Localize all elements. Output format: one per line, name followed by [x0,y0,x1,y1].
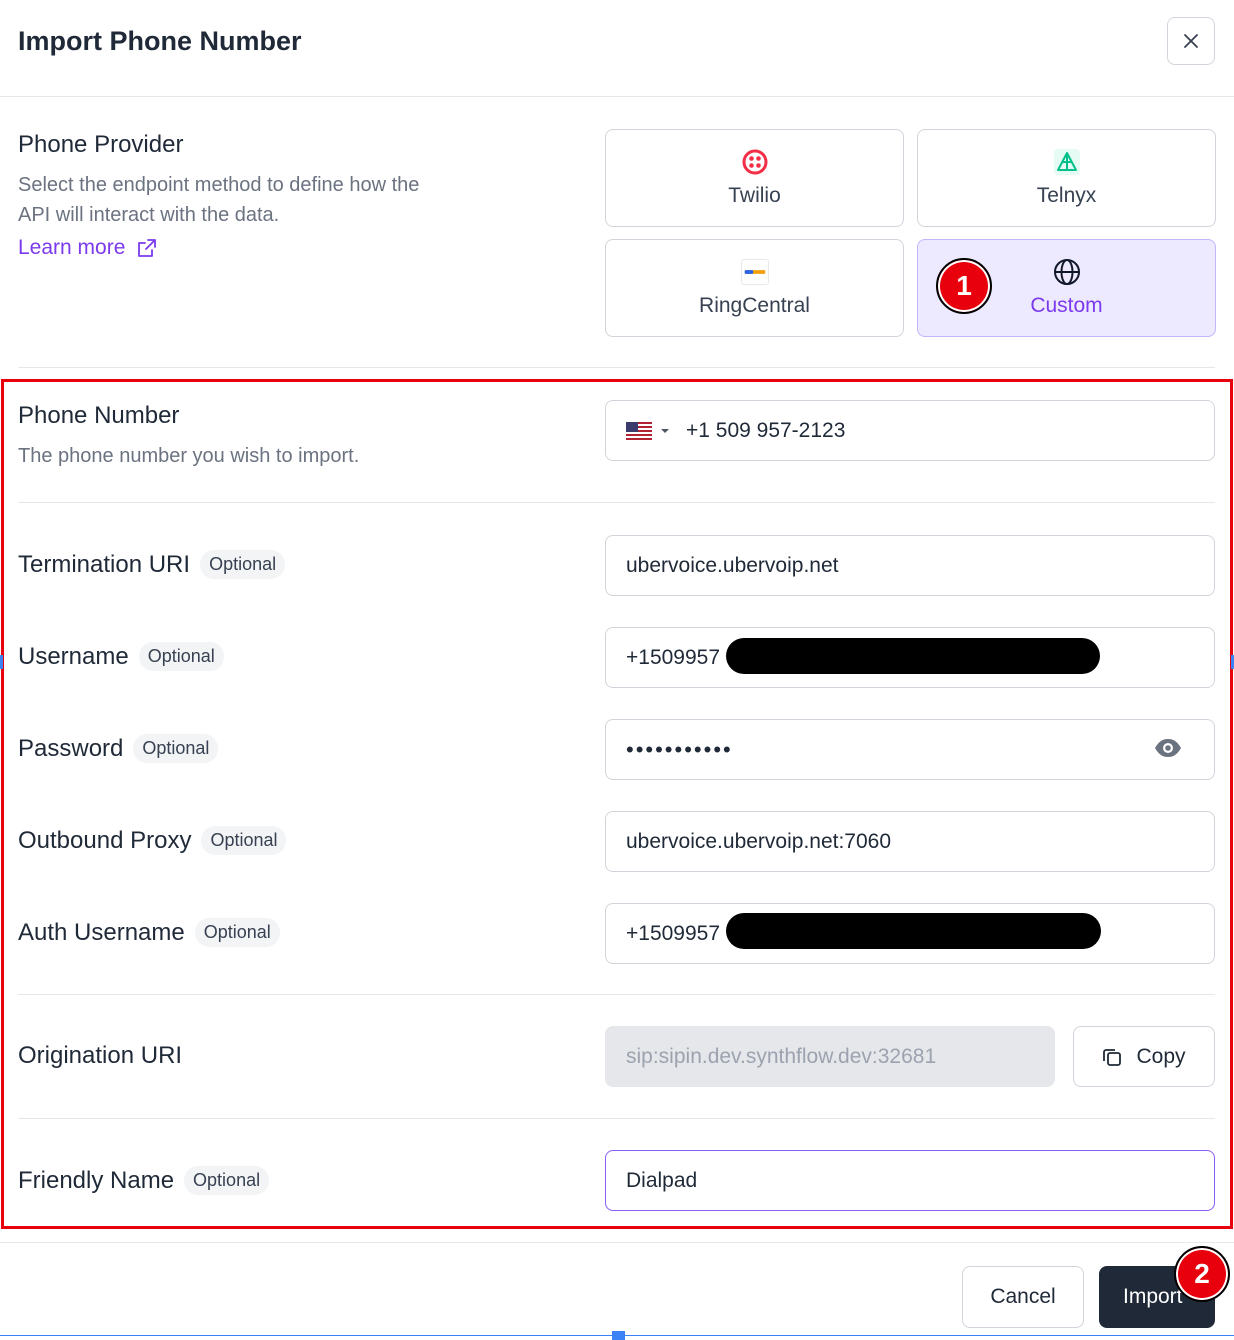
show-password-button[interactable] [1154,738,1182,764]
friendly-name-text: Friendly Name [18,1166,175,1194]
termination-uri-label: Termination URI Optional [18,550,286,579]
provider-twilio[interactable]: Twilio [605,129,904,227]
close-button[interactable] [1167,17,1215,65]
termination-uri-text: Termination URI [18,550,191,578]
password-value: ••••••••••• [626,736,733,762]
provider-label: Twilio [728,184,781,207]
password-label: Password Optional [18,734,219,763]
section-divider [18,367,1215,368]
section-divider [18,994,1215,995]
phone-number-input[interactable]: +1 509 957-2123 [605,400,1215,461]
outbound-proxy-value: ubervoice.ubervoip.net:7060 [626,829,892,853]
outbound-proxy-label: Outbound Proxy Optional [18,826,287,855]
cancel-button[interactable]: Cancel [962,1266,1084,1328]
provider-label: Telnyx [1036,184,1097,207]
provider-section-title: Phone Provider [18,131,184,158]
copy-label: Copy [1136,1044,1186,1068]
twilio-icon [741,148,769,176]
eye-icon [1155,739,1181,757]
provider-label: RingCentral [699,294,810,317]
globe-icon [1053,258,1081,286]
friendly-name-input[interactable]: Dialpad [605,1150,1215,1211]
dialog-header: Import Phone Number [0,0,1234,97]
optional-badge: Optional [138,642,224,671]
us-flag-icon [626,421,652,440]
telnyx-icon [1053,148,1081,176]
auth-username-text: Auth Username [18,918,185,946]
annotation-badge-1: 1 [936,258,992,314]
username-text: Username [18,642,129,670]
selection-handle [0,655,3,669]
friendly-name-label: Friendly Name Optional [18,1166,270,1195]
password-input[interactable]: ••••••••••• [605,719,1215,780]
phone-number-value: +1 509 957-2123 [686,418,846,442]
learn-more-label: Learn more [18,236,126,259]
optional-badge: Optional [201,826,287,855]
highlight-frame [1,379,1233,1229]
learn-more-link[interactable]: Learn more [18,236,157,260]
close-icon [1184,34,1198,48]
password-text: Password [18,734,124,762]
friendly-name-value: Dialpad [626,1168,698,1192]
origination-uri-input: sip:sipin.dev.synthflow.dev:32681 [605,1026,1055,1087]
dialog-title: Import Phone Number [18,26,302,56]
import-label: Import [1123,1285,1183,1308]
section-divider [18,1118,1215,1119]
redaction-bar [726,913,1101,949]
footer-divider [0,1242,1234,1243]
phone-number-title: Phone Number [18,402,180,429]
redaction-bar [726,638,1100,674]
selection-handle [612,1331,625,1340]
auth-username-label: Auth Username Optional [18,918,280,947]
copy-icon [1103,1048,1122,1066]
provider-description-line1: Select the endpoint method to define how… [18,174,420,196]
optional-badge: Optional [133,734,219,763]
optional-badge: Optional [194,918,280,947]
copy-button[interactable]: Copy [1073,1026,1215,1087]
annotation-badge-2: 2 [1174,1246,1230,1302]
outbound-proxy-text: Outbound Proxy [18,826,192,854]
origination-uri-value: sip:sipin.dev.synthflow.dev:32681 [626,1044,937,1068]
section-divider [18,502,1215,503]
auth-username-value: +1509957 [626,921,721,945]
termination-uri-input[interactable]: ubervoice.ubervoip.net [605,535,1215,596]
phone-number-description: The phone number you wish to import. [18,445,360,467]
optional-badge: Optional [200,550,286,579]
external-link-icon [138,239,157,257]
cancel-label: Cancel [990,1285,1056,1308]
country-select[interactable] [626,421,670,440]
provider-label: Custom [1030,294,1103,317]
chevron-down-icon [661,428,669,433]
ringcentral-icon [740,258,769,286]
outbound-proxy-input[interactable]: ubervoice.ubervoip.net:7060 [605,811,1215,872]
provider-ringcentral[interactable]: RingCentral [605,239,904,337]
origination-uri-text: Origination URI [18,1042,183,1069]
provider-telnyx[interactable]: Telnyx [917,129,1216,227]
username-value: +1509957 [626,645,721,669]
username-label: Username Optional [18,642,224,671]
origination-uri-label: Origination URI [18,1042,182,1070]
termination-uri-value: ubervoice.ubervoip.net [626,553,839,577]
optional-badge: Optional [184,1166,270,1195]
provider-description-line2: API will interact with the data. [18,204,280,226]
